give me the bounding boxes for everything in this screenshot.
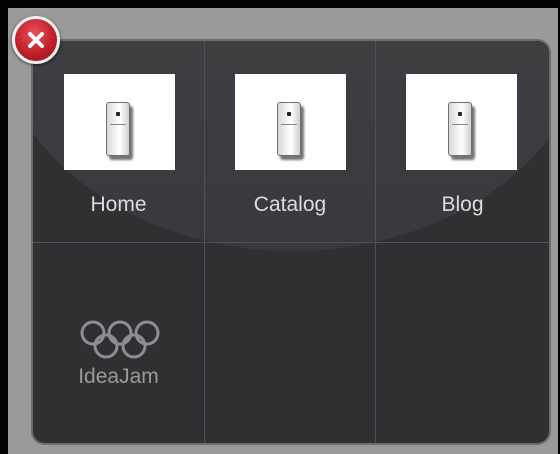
close-button[interactable] [12,16,60,64]
launcher-item-label: Blog [441,193,484,216]
launcher-item-ideajam[interactable]: IdeaJam [33,243,205,443]
phone-icon [106,102,130,156]
launcher-panel: Home Catalog Blog IdeaJam [31,39,551,445]
launcher-item-label: IdeaJam [78,365,159,388]
launcher-item-label: Home [90,193,147,216]
phone-icon [448,102,472,156]
launcher-empty-cell [376,243,549,443]
home-thumbnail [64,74,175,170]
launcher-item-blog[interactable]: Blog [376,41,549,243]
launcher-empty-cell [205,243,376,443]
close-icon [28,32,44,48]
launcher-grid: Home Catalog Blog IdeaJam [33,41,549,443]
olympic-rings-icon [80,320,160,359]
blog-thumbnail [406,74,517,170]
catalog-thumbnail [235,74,346,170]
launcher-item-catalog[interactable]: Catalog [205,41,376,243]
launcher-item-label: Catalog [253,193,327,216]
phone-icon [277,102,301,156]
launcher-item-home[interactable]: Home [33,41,205,243]
